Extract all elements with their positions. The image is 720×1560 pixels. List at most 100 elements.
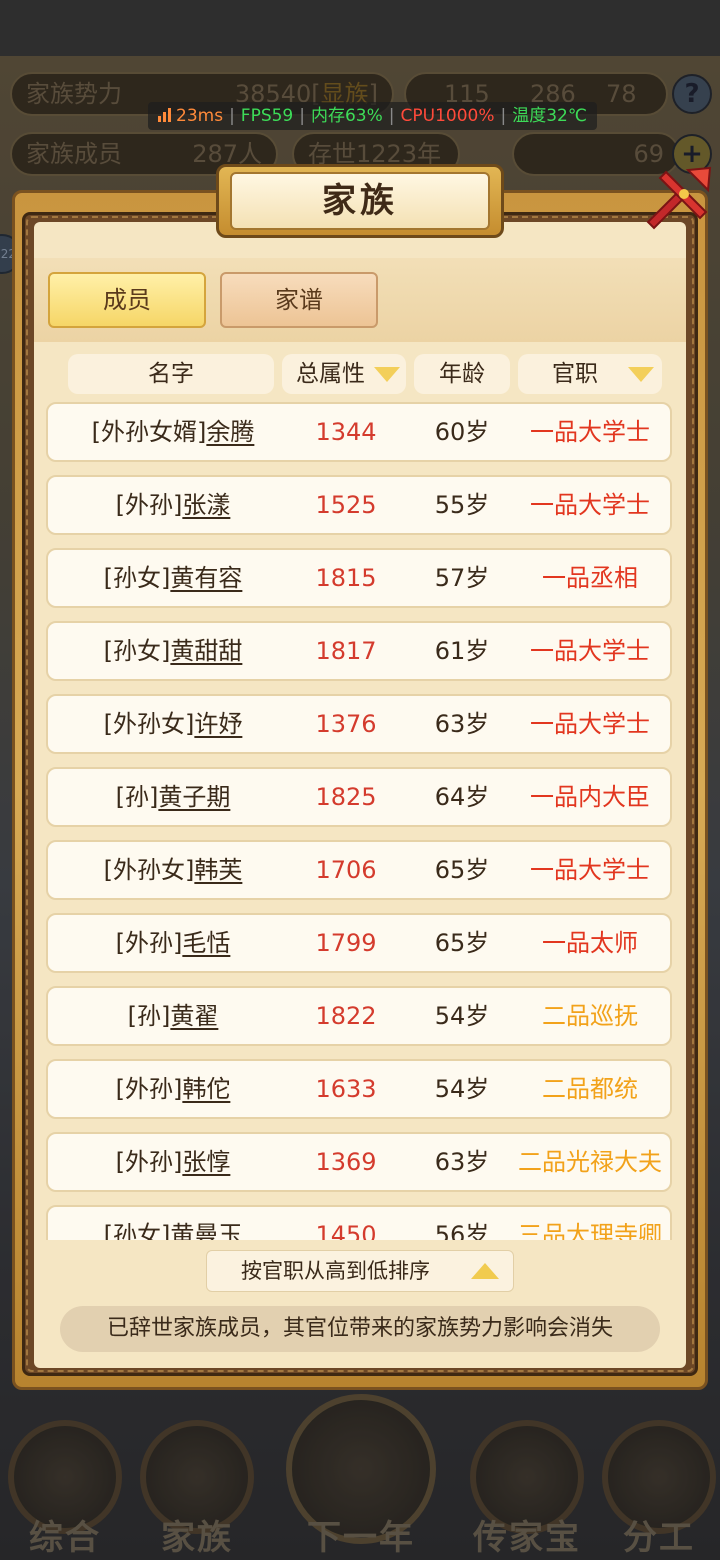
member-name: [孙女]黄甜甜 [48,623,298,679]
tab-members-label: 成员 [103,286,151,314]
member-official-title: 一品大学士 [530,637,650,665]
member-name-link[interactable]: 张惇 [182,1148,230,1176]
member-relation: [外孙] [115,1148,183,1176]
member-age: 60岁 [434,418,490,446]
member-name: [外孙]张惇 [48,1134,298,1190]
member-name-link[interactable]: 余腾 [206,418,254,446]
member-name: [外孙女]韩芙 [48,842,298,898]
member-name-link[interactable]: 韩芙 [194,856,242,884]
member-row[interactable]: [外孙女]许妤 1376 63岁 一品大学士 [46,694,672,754]
column-header-attr[interactable]: 总属性 [282,354,406,394]
member-row[interactable]: [孙女]黄甜甜 1817 61岁 一品大学士 [46,621,672,681]
member-official-title: 三品大理寺卿 [518,1221,662,1240]
member-name-link[interactable]: 黄有容 [170,564,242,592]
member-relation: [孙] [115,783,159,811]
member-row[interactable]: [外孙]张惇 1369 63岁 二品光禄大夫 [46,1132,672,1192]
dialog-title: 家族 [230,172,490,230]
member-relation: [外孙] [115,1075,183,1103]
member-relation: [孙女] [103,637,171,665]
member-name-link[interactable]: 韩佗 [182,1075,230,1103]
sort-down-icon [628,367,654,382]
member-row[interactable]: [孙]黄子期 1825 64岁 一品内大臣 [46,767,672,827]
member-row[interactable]: [外孙女婿]余腾 1344 60岁 一品大学士 [46,402,672,462]
column-header-name: 名字 [68,354,274,394]
member-age: 63岁 [434,710,490,738]
member-age: 63岁 [434,1148,490,1176]
member-name-link[interactable]: 黄曼玉 [170,1221,242,1240]
member-official-title: 一品大学士 [530,856,650,884]
member-name-link[interactable]: 毛恬 [182,929,230,957]
member-relation: [外孙] [115,929,183,957]
column-header-age: 年龄 [414,354,510,394]
member-row[interactable]: [孙女]黄曼玉 1450 56岁 三品大理寺卿 [46,1205,672,1240]
member-name: [外孙女]许妤 [48,696,298,752]
member-attr: 1825 [315,783,377,811]
member-name: [外孙]张漾 [48,477,298,533]
tab-members[interactable]: 成员 [48,272,206,328]
member-name: [外孙]毛恬 [48,915,298,971]
perf-latency: 23ms [176,106,224,126]
member-official-title: 一品大学士 [530,491,650,519]
member-age: 57岁 [434,564,490,592]
sort-by-title-button[interactable]: 按官职从高到低排序 [206,1250,514,1292]
perf-temperature: 温度32℃ [512,106,587,126]
member-age: 55岁 [434,491,490,519]
member-row[interactable]: [外孙]张漾 1525 55岁 一品大学士 [46,475,672,535]
member-row[interactable]: [孙女]黄有容 1815 57岁 一品丞相 [46,548,672,608]
member-official-title: 二品巡抚 [542,1002,638,1030]
member-relation: [外孙女婿] [91,418,207,446]
member-row[interactable]: [外孙]韩佗 1633 54岁 二品都统 [46,1059,672,1119]
column-header-title[interactable]: 官职 [518,354,662,394]
member-list[interactable]: [外孙女婿]余腾 1344 60岁 一品大学士 [外孙]张漾 1525 55岁 一品大学士 [孙… [46,402,674,1240]
member-row[interactable]: [孙]黄翟 1822 54岁 二品巡抚 [46,986,672,1046]
member-attr: 1450 [315,1221,377,1240]
member-name: [孙]黄子期 [48,769,298,825]
tab-genealogy[interactable]: 家谱 [220,272,378,328]
member-official-title: 二品光禄大夫 [518,1148,662,1176]
member-age: 54岁 [434,1075,490,1103]
sort-button-label: 按官职从高到低排序 [241,1259,430,1283]
member-attr: 1817 [315,637,377,665]
member-row[interactable]: [外孙]毛恬 1799 65岁 一品太师 [46,913,672,973]
member-attr: 1706 [315,856,377,884]
member-official-title: 二品都统 [542,1075,638,1103]
member-name: [孙]黄翟 [48,988,298,1044]
tab-genealogy-label: 家谱 [275,286,323,314]
member-name-link[interactable]: 许妤 [194,710,242,738]
member-relation: [孙女] [103,1221,171,1240]
member-age: 61岁 [434,637,490,665]
member-attr: 1376 [315,710,377,738]
member-name-link[interactable]: 黄子期 [158,783,230,811]
close-icon [646,166,712,230]
member-official-title: 一品太师 [542,929,638,957]
member-attr: 1633 [315,1075,377,1103]
member-relation: [外孙女] [103,856,195,884]
member-row[interactable]: [外孙女]韩芙 1706 65岁 一品大学士 [46,840,672,900]
member-name-link[interactable]: 黄甜甜 [170,637,242,665]
member-relation: [孙女] [103,564,171,592]
member-attr: 1369 [315,1148,377,1176]
member-attr: 1815 [315,564,377,592]
member-attr: 1344 [315,418,377,446]
perf-fps: FPS59 [240,106,294,126]
member-name: [孙女]黄曼玉 [48,1207,298,1240]
member-name: [孙女]黄有容 [48,550,298,606]
member-age: 54岁 [434,1002,490,1030]
member-age: 65岁 [434,929,490,957]
member-attr: 1799 [315,929,377,957]
perf-cpu: CPU1000% [400,106,495,126]
member-relation: [孙] [127,1002,171,1030]
member-relation: [外孙女] [103,710,195,738]
member-name: [外孙]韩佗 [48,1061,298,1117]
footer-note: 已辞世家族成员，其官位带来的家族势力影响会消失 [60,1306,660,1352]
member-name-link[interactable]: 张漾 [182,491,230,519]
close-button[interactable] [644,164,714,234]
member-name-link[interactable]: 黄翟 [170,1002,218,1030]
member-name: [外孙女婿]余腾 [48,404,298,460]
sort-down-icon [374,367,400,382]
member-age: 65岁 [434,856,490,884]
member-official-title: 一品大学士 [530,710,650,738]
member-relation: [外孙] [115,491,183,519]
member-official-title: 一品丞相 [542,564,638,592]
member-age: 64岁 [434,783,490,811]
